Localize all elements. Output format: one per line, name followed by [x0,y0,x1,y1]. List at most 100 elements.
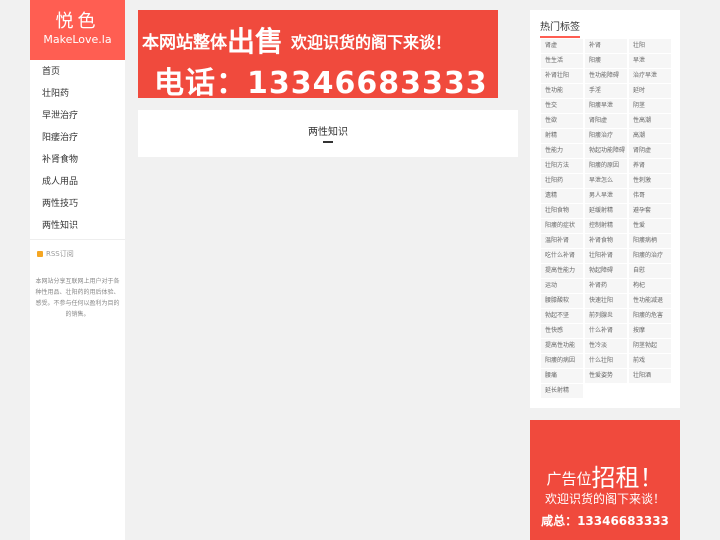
tag-link[interactable]: 性交 [541,99,583,113]
tag-link[interactable]: 性快感 [541,324,583,338]
tag-link[interactable]: 性爱姿势 [585,369,627,383]
tag-link[interactable]: 阴茎勃起 [629,339,671,353]
nav-item-home[interactable]: 首页 [30,61,125,83]
logo-cn-text: 悦色 [55,11,100,32]
rss-link[interactable]: RSS订阅 [30,240,125,259]
tag-link[interactable]: 射精 [541,129,583,143]
tag-link[interactable]: 吃什么补肾 [541,249,583,263]
hot-tags-list: 肾虚 补肾 壮阳 性生活 阳痿 早泄 补肾壮阳 性功能障碍 治疗早泄 性功能 手淫 延时 性交 阳痿早泄阴… [530,36,680,398]
rss-label: RSS订阅 [46,250,74,258]
tag-link[interactable]: 肾阴虚 [629,144,671,158]
nav-item-kidney-food[interactable]: 补肾食物 [30,149,125,171]
tag-link[interactable]: 补肾 [585,39,627,53]
tag-link[interactable]: 壮阳补肾 [585,249,627,263]
section-title: 两性知识 [308,123,348,143]
tag-link[interactable]: 什么补肾 [585,324,627,338]
tag-link[interactable]: 肾阳虚 [585,114,627,128]
tag-link[interactable]: 壮阳方法 [541,159,583,173]
tag-link[interactable]: 温阳补肾 [541,234,583,248]
tag-link[interactable]: 壮阳酒 [629,369,671,383]
tag-link[interactable]: 运动 [541,279,583,293]
nav-item-adult-products[interactable]: 成人用品 [30,171,125,193]
tag-link[interactable]: 提高性功能 [541,339,583,353]
ad-headline: 广告位招租！ [530,458,680,493]
site-description: 本网站分享互联网上用户对于各种性用品、壮阳药的用后体验、感受。不参与任何以盈利为… [35,278,120,318]
nav-item-impotence-treatment[interactable]: 阳痿治疗 [30,127,125,149]
ad-contact: 咸总：13346683333 [541,514,669,528]
tag-link[interactable]: 伟哥 [629,189,671,203]
tag-link[interactable]: 勃起障碍 [585,264,627,278]
tag-link[interactable]: 提高性能力 [541,264,583,278]
tag-link[interactable]: 控制射精 [585,219,627,233]
tag-link[interactable]: 性爱 [629,219,671,233]
tag-link[interactable]: 养肾 [629,159,671,173]
tag-link[interactable]: 阳痿的病因 [541,354,583,368]
rss-icon [37,251,43,257]
tag-link[interactable]: 阳痿病柄 [629,234,671,248]
banner-suffix: 欢迎识货的阁下来谈！ [291,33,452,52]
tag-link[interactable]: 性欲 [541,114,583,128]
tag-link[interactable]: 补肾食物 [585,234,627,248]
banner-phone: 电话：13346683333 [154,66,488,98]
tag-link[interactable]: 性冷淡 [585,339,627,353]
nav-item-aphrodisiac[interactable]: 壮阳药 [30,83,125,105]
tag-link[interactable]: 早泄怎么 [585,174,627,188]
hot-tags-title-text: 热门标签 [540,18,580,38]
site-logo[interactable]: 悦色 MakeLove.la [30,0,125,60]
tag-link[interactable]: 壮阳 [629,39,671,53]
nav-item-sex-knowledge[interactable]: 两性知识 [30,215,125,237]
tag-link[interactable]: 阳痿 [585,54,627,68]
hot-tags-title: 热门标签 [530,10,680,38]
tag-link[interactable]: 阳痿治疗 [585,129,627,143]
tag-link[interactable]: 男人早泄 [585,189,627,203]
tag-link[interactable]: 自慰 [629,264,671,278]
tag-link[interactable]: 治疗早泄 [629,69,671,83]
tag-link[interactable]: 性刺激 [629,174,671,188]
tag-link[interactable]: 延缓射精 [585,204,627,218]
tag-link[interactable]: 枸杞 [629,279,671,293]
tag-link[interactable]: 延时 [629,84,671,98]
tag-link[interactable]: 补肾壮阳 [541,69,583,83]
tag-link[interactable]: 阳痿的危害 [629,309,671,323]
tag-link[interactable]: 性功能障碍 [585,69,627,83]
tag-link[interactable]: 遗精 [541,189,583,203]
tag-link[interactable]: 勃起功能障碍 [585,144,627,158]
tag-link[interactable]: 性生活 [541,54,583,68]
tag-link[interactable]: 阴茎 [629,99,671,113]
tag-link[interactable]: 什么壮阳 [585,354,627,368]
tag-link[interactable]: 早泄 [629,54,671,68]
nav-item-sex-skills[interactable]: 两性技巧 [30,193,125,215]
tag-link[interactable]: 阳痿的原因 [585,159,627,173]
tag-link[interactable]: 腰痛 [541,369,583,383]
tag-link[interactable]: 阳痿早泄 [585,99,627,113]
tag-link[interactable]: 阳痿的症状 [541,219,583,233]
tag-link[interactable]: 肾虚 [541,39,583,53]
sale-banner[interactable]: 本网站整体出售 欢迎识货的阁下来谈！ 电话：13346683333 [138,10,498,98]
banner-prefix: 本网站整体 [142,33,227,53]
tag-link[interactable]: 阳痿的治疗 [629,249,671,263]
tag-link[interactable]: 性功能 [541,84,583,98]
tag-link[interactable]: 壮阳食物 [541,204,583,218]
tag-link[interactable]: 腰膝酸软 [541,294,583,308]
ad-banner[interactable]: 广告位招租！ 欢迎识货的阁下来谈！ 咸总：13346683333 [530,420,680,540]
tag-link[interactable]: 性高潮 [629,114,671,128]
tag-link[interactable]: 壮阳药 [541,174,583,188]
tag-link[interactable]: 性功能减退 [629,294,671,308]
tag-link[interactable]: 按摩 [629,324,671,338]
tag-link[interactable]: 勃起不坚 [541,309,583,323]
tag-link[interactable]: 手淫 [585,84,627,98]
hot-tags-widget: 热门标签 肾虚 补肾 壮阳 性生活 阳痿 早泄 补肾壮阳 性功能障碍 治疗早泄 性功能 手淫 延时 性交… [530,10,680,408]
nav-item-premature-treatment[interactable]: 早泄治疗 [30,105,125,127]
tag-link[interactable]: 前列腺炎 [585,309,627,323]
tag-link[interactable]: 高潮 [629,129,671,143]
tag-link[interactable]: 延长射精 [541,384,583,398]
tag-link[interactable]: 补肾药 [585,279,627,293]
tag-link[interactable]: 前戏 [629,354,671,368]
banner-big-text: 出售 [227,25,284,58]
tag-link[interactable]: 避孕套 [629,204,671,218]
ad-prefix: 广告位 [546,470,592,488]
logo-en-text: MakeLove.la [43,33,112,46]
left-sidebar: 悦色 MakeLove.la 首页 壮阳药 早泄治疗 阳痿治疗 补肾食物 成人用… [30,0,125,540]
tag-link[interactable]: 性能力 [541,144,583,158]
tag-link[interactable]: 快速壮阳 [585,294,627,308]
